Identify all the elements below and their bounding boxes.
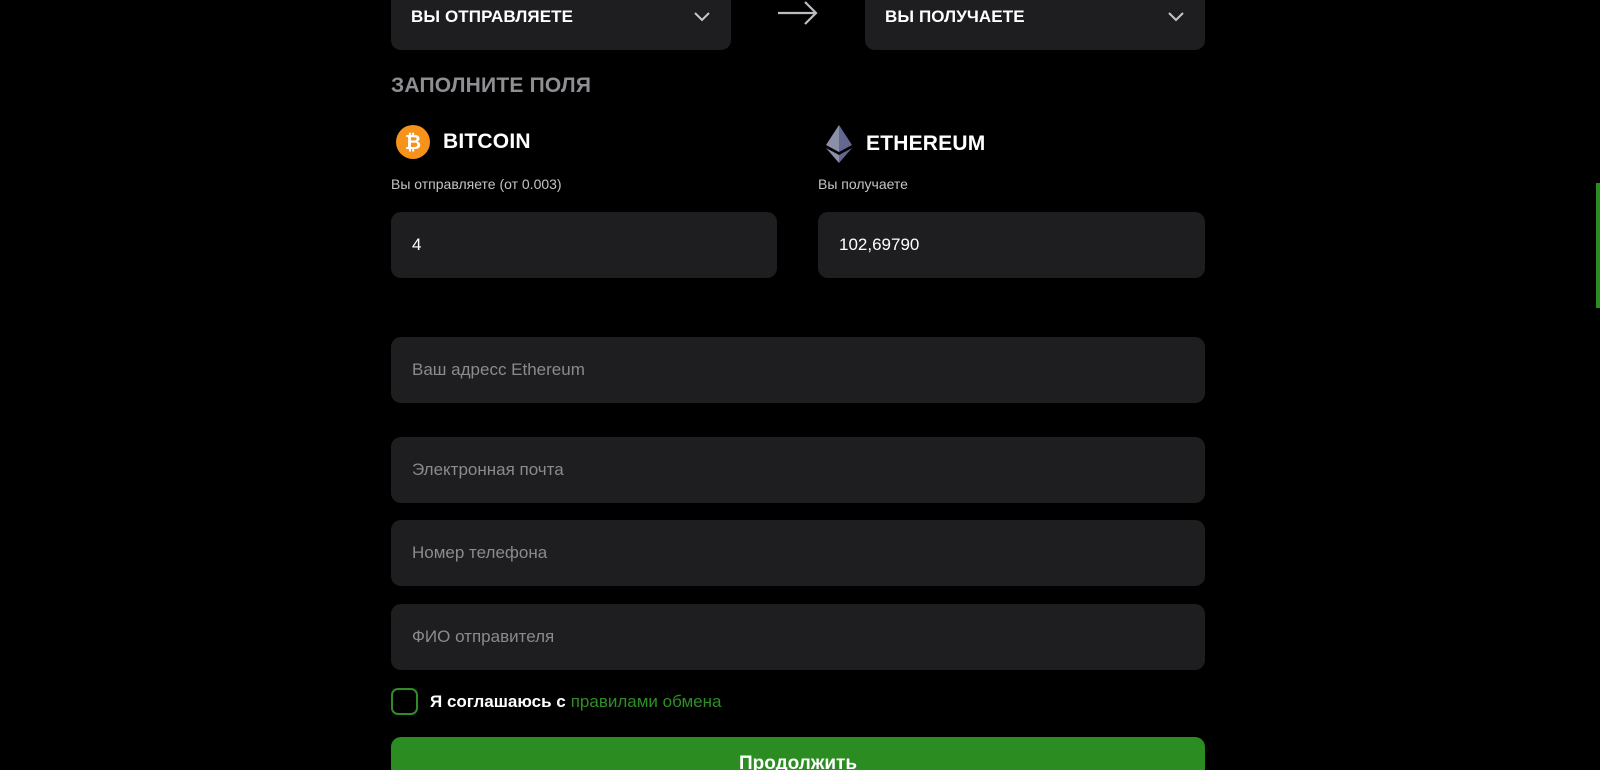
scrollbar-track[interactable] [1596, 0, 1600, 770]
receive-coin-name: ETHEREUM [866, 132, 986, 155]
ethereum-address-input[interactable] [391, 337, 1205, 403]
send-currency-select[interactable]: ВЫ ОТПРАВЛЯЕТЕ [391, 0, 731, 50]
email-input[interactable] [391, 437, 1205, 503]
send-amount-input[interactable] [391, 212, 777, 278]
receive-currency-select[interactable]: ВЫ ПОЛУЧАЕТЕ [865, 0, 1205, 50]
agreement-row: Я соглашаюсь с правилами обмена [391, 688, 721, 715]
section-title: ЗАПОЛНИТЕ ПОЛЯ [391, 74, 592, 97]
receive-amount-input[interactable] [818, 212, 1205, 278]
phone-input[interactable] [391, 520, 1205, 586]
send-coin-header: ₿ BITCOIN [395, 124, 531, 160]
receive-coin-header: ETHEREUM [824, 124, 985, 164]
exchange-page: ВЫ ОТПРАВЛЯЕТЕ ВЫ ПОЛУЧАЕТЕ ЗАПОЛНИТЕ ПО… [0, 0, 1600, 770]
agree-checkbox[interactable] [391, 688, 418, 715]
continue-button[interactable]: Продолжить [391, 737, 1205, 770]
svg-text:₿: ₿ [405, 132, 421, 154]
send-coin-name: BITCOIN [443, 130, 531, 153]
bitcoin-icon: ₿ [396, 125, 430, 159]
chevron-down-icon [1168, 12, 1184, 22]
receive-amount-label: Вы получаете [818, 176, 908, 192]
receive-select-label: ВЫ ПОЛУЧАЕТЕ [885, 7, 1025, 26]
exchange-rules-link[interactable]: правилами обмена [571, 692, 722, 711]
ethereum-icon [826, 125, 852, 163]
scrollbar-thumb[interactable] [1596, 183, 1600, 308]
arrow-right-icon [778, 1, 818, 25]
sender-name-input[interactable] [391, 604, 1205, 670]
chevron-down-icon [694, 12, 710, 22]
send-amount-label: Вы отправляете (от 0.003) [391, 176, 562, 192]
agree-text: Я соглашаюсь с [430, 691, 566, 711]
send-select-label: ВЫ ОТПРАВЛЯЕТЕ [411, 7, 574, 26]
